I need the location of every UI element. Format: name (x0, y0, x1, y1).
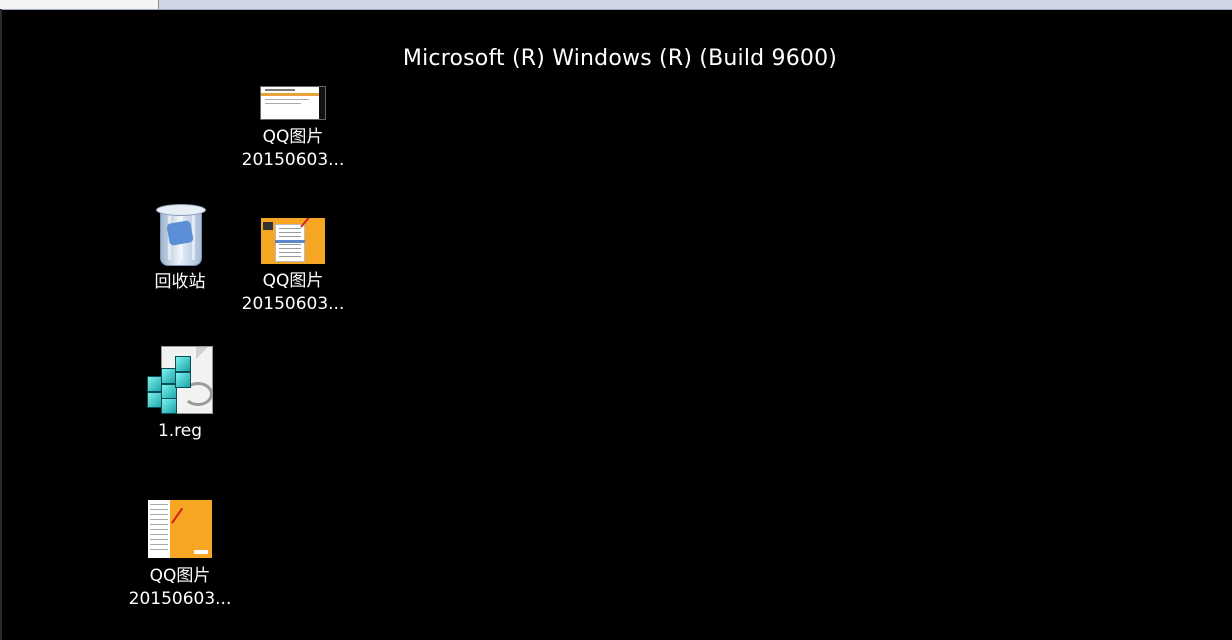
desktop-icon-qq-image-2[interactable]: QQ图片 20150603... (233, 218, 353, 316)
desktop[interactable]: Microsoft (R) Windows (R) (Build 9600) Q… (0, 0, 1232, 640)
desktop-icon-recycle-bin[interactable]: 回收站 (120, 200, 240, 294)
desktop-icon-qq-image-3[interactable]: QQ图片 20150603... (120, 500, 240, 611)
icon-label-line1: QQ图片 (149, 566, 211, 586)
image-thumbnail-icon (261, 218, 325, 264)
top-window-strip (0, 0, 1232, 10)
icon-label: 1.reg (157, 421, 203, 441)
icon-label-line2: 20150603... (241, 294, 345, 314)
left-window-edge (0, 9, 2, 640)
icon-label-line2: 20150603... (241, 150, 345, 170)
icon-label: 回收站 (154, 272, 206, 292)
icon-label-line2: 20150603... (128, 589, 232, 609)
windows-build-watermark: Microsoft (R) Windows (R) (Build 9600) (402, 46, 838, 71)
registry-file-icon (145, 346, 215, 416)
image-thumbnail-icon (260, 86, 326, 120)
desktop-icon-reg-file[interactable]: 1.reg (120, 346, 240, 443)
image-thumbnail-icon (148, 500, 212, 558)
recycle-bin-icon (152, 200, 208, 268)
top-window-tab (0, 0, 159, 9)
desktop-icon-qq-image-1[interactable]: QQ图片 20150603... (233, 86, 353, 172)
icon-label-line1: QQ图片 (262, 127, 324, 147)
icon-label-line1: QQ图片 (262, 271, 324, 291)
